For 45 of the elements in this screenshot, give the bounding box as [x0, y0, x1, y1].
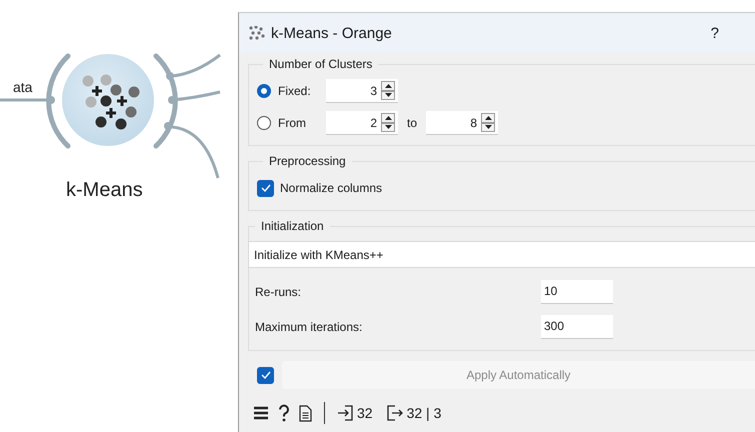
- link-line: [172, 54, 221, 78]
- checkmark-icon: [260, 184, 270, 192]
- radio-button[interactable]: [257, 84, 271, 98]
- field-label: Re-runs:: [255, 284, 302, 298]
- spin-field[interactable]: 8: [426, 111, 498, 135]
- input-field[interactable]: 10: [541, 280, 613, 304]
- app-icon: [249, 26, 265, 40]
- radio-label: Fixed:: [278, 84, 312, 98]
- spin-up-button[interactable]: [381, 113, 395, 122]
- checkbox-label: Normalize columns: [280, 181, 382, 195]
- node-label: k-Means: [66, 179, 143, 202]
- down-arrow-icon: [384, 125, 392, 130]
- help-button[interactable]: ?: [710, 24, 719, 42]
- spin-up-button[interactable]: [481, 113, 496, 122]
- spin-field[interactable]: 3: [326, 79, 398, 103]
- checkbox[interactable]: [257, 180, 274, 196]
- checkmark-icon: [260, 371, 270, 379]
- output-icon: [386, 405, 403, 421]
- link-line: [172, 126, 220, 178]
- group-title: Preprocessing: [268, 154, 347, 168]
- document-icon[interactable]: [299, 404, 312, 422]
- input-icon: [337, 405, 353, 421]
- method-dropdown[interactable]: Initialize with KMeans++: [248, 241, 755, 268]
- output-count: 32 | 3: [406, 405, 442, 421]
- spin-field[interactable]: 2: [326, 111, 398, 135]
- link-label: ata: [13, 79, 32, 95]
- range-label: to: [407, 116, 418, 130]
- spin-up-button[interactable]: [381, 81, 395, 90]
- radio-button[interactable]: [257, 116, 271, 130]
- group-title: Initialization: [260, 219, 325, 233]
- up-arrow-icon: [484, 116, 492, 120]
- window-title: k-Means - Orange: [271, 24, 393, 42]
- up-arrow-icon: [384, 84, 392, 88]
- field-label: Maximum iterations:: [255, 320, 364, 334]
- menu-icon[interactable]: [253, 406, 269, 420]
- radio-label: From: [278, 116, 307, 130]
- input-count: 32: [357, 405, 373, 421]
- down-arrow-icon: [384, 93, 392, 98]
- input-field[interactable]: 300: [541, 314, 613, 338]
- node-drawing[interactable]: [46, 54, 178, 148]
- up-arrow-icon: [384, 116, 392, 120]
- checkbox[interactable]: [257, 366, 274, 384]
- group-title: Number of Clusters: [268, 57, 374, 71]
- help-icon[interactable]: [277, 404, 291, 422]
- down-arrow-icon: [484, 125, 492, 130]
